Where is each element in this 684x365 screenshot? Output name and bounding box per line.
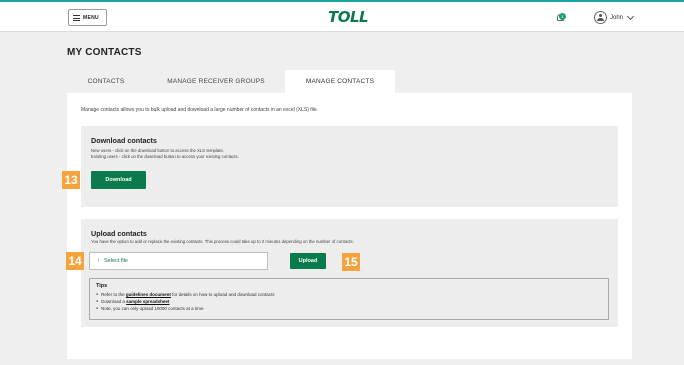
- upload-section: Upload contacts You have the option to a…: [81, 219, 618, 327]
- upload-title: Upload contacts: [91, 229, 147, 238]
- upload-arrow-icon: ↑: [97, 258, 100, 264]
- user-name: John: [610, 14, 624, 21]
- callout-13: 13: [62, 171, 80, 189]
- menu-button[interactable]: MENU: [68, 9, 107, 26]
- tips-title: Tips: [96, 283, 108, 289]
- tips-box: Tips Refer to the guidelines document fo…: [89, 278, 609, 320]
- tab-contacts[interactable]: CONTACTS: [67, 70, 145, 93]
- top-bar: MENU TOLL 1 John: [0, 0, 684, 32]
- manage-contacts-panel: Manage contacts allows you to bulk uploa…: [67, 93, 632, 359]
- notification-badge: 1: [559, 13, 566, 20]
- menu-label: MENU: [83, 14, 99, 21]
- select-file-label: Select file: [104, 258, 128, 264]
- tab-bar: CONTACTS MANAGE RECEIVER GROUPS MANAGE C…: [67, 70, 632, 93]
- tips-list: Refer to the guidelines document for det…: [96, 291, 602, 312]
- hamburger-icon: [73, 14, 80, 21]
- callout-14: 14: [66, 252, 84, 270]
- guidelines-document-link[interactable]: guidelines document: [126, 292, 171, 297]
- download-section: Download contacts New users - click on t…: [81, 126, 618, 207]
- notification-bell[interactable]: 1: [556, 13, 566, 23]
- tab-manage-receiver-groups[interactable]: MANAGE RECEIVER GROUPS: [145, 70, 287, 93]
- toll-logo[interactable]: TOLL: [328, 8, 369, 26]
- download-button[interactable]: Download: [91, 171, 146, 189]
- user-menu[interactable]: John: [594, 11, 635, 24]
- upload-description: You have the option to add or replace th…: [91, 239, 354, 244]
- user-avatar-icon: [594, 11, 607, 24]
- tip-item: Download a sample spreadsheet: [96, 298, 602, 305]
- tip-item: Note, you can only upload 10000 contacts…: [96, 305, 602, 312]
- tab-manage-contacts[interactable]: MANAGE CONTACTS: [285, 70, 395, 93]
- sample-spreadsheet-link[interactable]: sample spreadsheet: [126, 299, 169, 304]
- tip-item: Refer to the guidelines document for det…: [96, 291, 602, 298]
- select-file-input[interactable]: ↑ Select file: [89, 252, 268, 270]
- chevron-down-icon: [626, 12, 635, 20]
- callout-15: 15: [342, 253, 360, 271]
- upload-button[interactable]: Upload: [290, 253, 326, 269]
- page-title: MY CONTACTS: [67, 47, 142, 58]
- intro-text: Manage contacts allows you to bulk uploa…: [81, 107, 319, 113]
- download-title: Download contacts: [91, 136, 157, 145]
- download-line-existing-users: Existing users - click on the download b…: [91, 154, 239, 159]
